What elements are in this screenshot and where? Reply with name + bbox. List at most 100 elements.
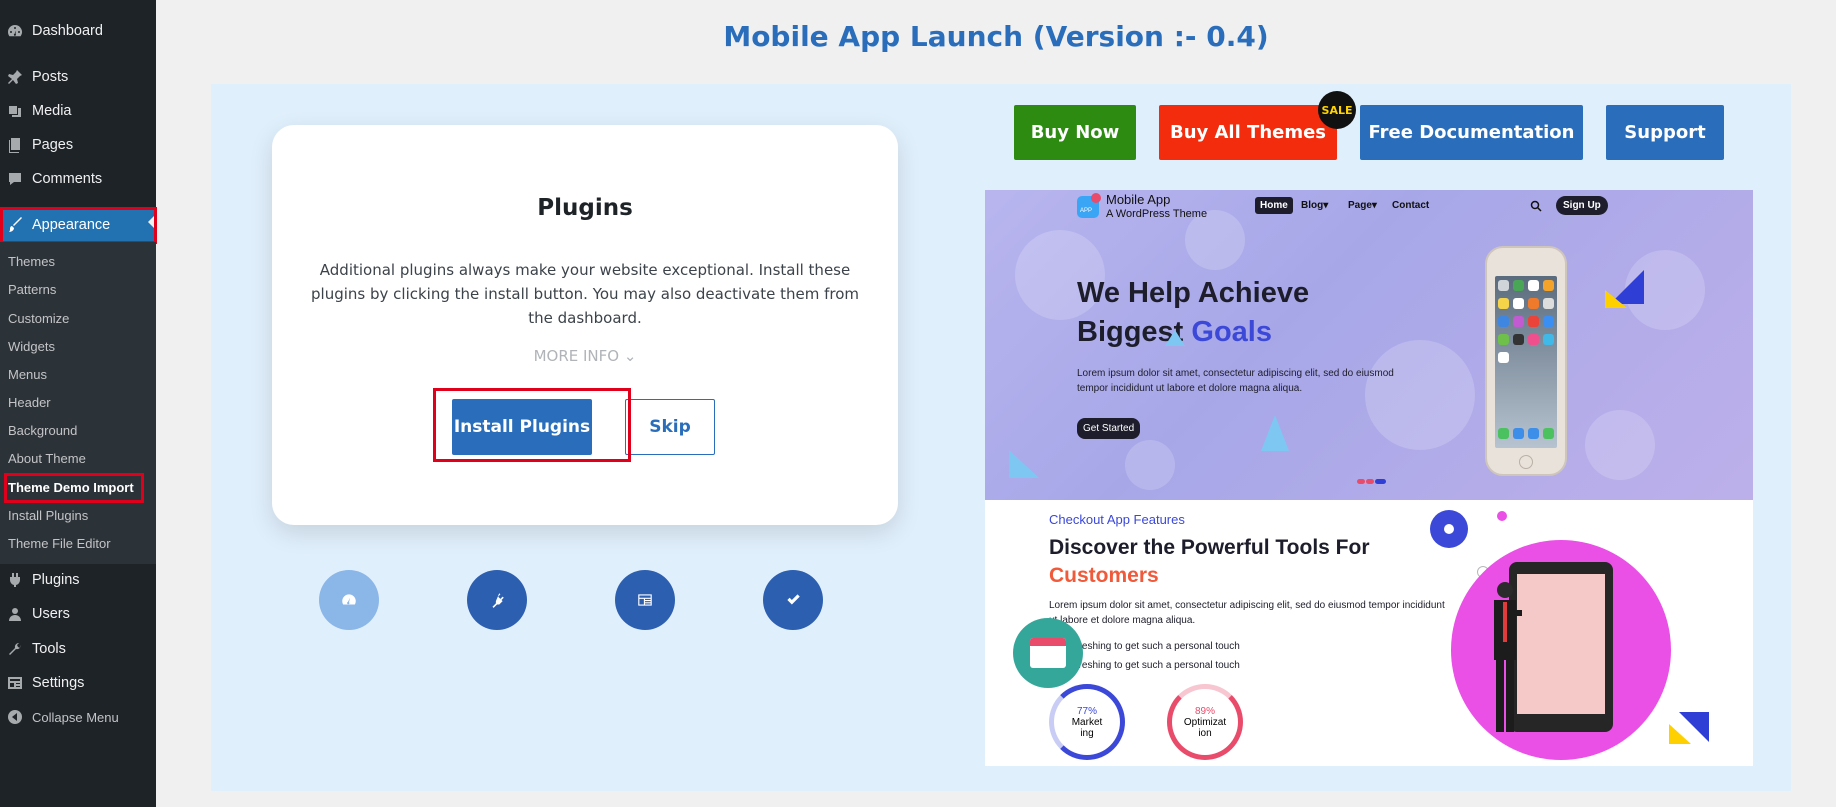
sidebar-item-label: Media: [32, 103, 72, 119]
preview-nav-contact: Contact: [1392, 200, 1430, 211]
features-text: Lorem ipsum dolor sit amet, consectetur …: [1049, 600, 1445, 626]
sidebar-item-label: Plugins: [32, 572, 80, 588]
free-documentation-button[interactable]: Free Documentation: [1360, 105, 1583, 160]
layout-step-icon: [638, 594, 652, 606]
collapse-icon: [6, 708, 24, 726]
plugin-step-icon: [492, 593, 504, 608]
sidebar-item-pages[interactable]: Pages: [0, 128, 156, 162]
decor-triangle: [1009, 450, 1039, 478]
submenu-background[interactable]: Background: [8, 423, 77, 438]
page-title: Mobile App Launch (Version :- 0.4): [723, 20, 1269, 53]
pin-icon: [6, 68, 24, 86]
slider-dot: [1357, 479, 1365, 484]
sidebar-item-tools[interactable]: Tools: [0, 632, 156, 666]
preview-hero-text: Lorem ipsum dolor sit amet, consectetur …: [1077, 368, 1394, 394]
sale-badge: SALE: [1318, 91, 1356, 129]
submenu-widgets[interactable]: Widgets: [8, 339, 55, 354]
pages-icon: [6, 136, 24, 154]
buy-all-themes-button[interactable]: Buy All Themes: [1159, 105, 1337, 160]
preview-signup: Sign Up: [1556, 196, 1608, 215]
sidebar-item-users[interactable]: Users: [0, 597, 156, 631]
step-dashboard[interactable]: [319, 570, 379, 630]
caret-down-icon: ▾: [1371, 200, 1377, 211]
sidebar-item-media[interactable]: Media: [0, 94, 156, 128]
sidebar-item-posts[interactable]: Posts: [0, 60, 156, 94]
preview-search-icon: [1530, 200, 1542, 212]
sidebar-item-comments[interactable]: Comments: [0, 162, 156, 196]
card-title: Plugins: [537, 195, 633, 221]
sidebar-item-label: Dashboard: [32, 23, 103, 39]
theme-preview-image: APP Mobile App A WordPress Theme Home Bl…: [985, 190, 1753, 766]
collapse-menu-label: Collapse Menu: [32, 709, 119, 725]
buy-now-button[interactable]: Buy Now: [1014, 105, 1136, 160]
install-plugins-button[interactable]: Install Plugins: [452, 399, 592, 455]
preview-get-started: Get Started: [1077, 418, 1141, 439]
decor-triangle: [1165, 330, 1185, 346]
submenu-patterns[interactable]: Patterns: [8, 282, 56, 297]
preview-nav-page: Page▾: [1348, 200, 1377, 211]
step-layout[interactable]: [615, 570, 675, 630]
ring-optimization: 89% Optimizat ion: [1167, 684, 1243, 760]
calendar-icon: [1013, 618, 1083, 688]
submenu-menus[interactable]: Menus: [8, 367, 47, 382]
skip-button[interactable]: Skip: [625, 399, 715, 455]
dashboard-step-icon: [342, 594, 356, 605]
preview-brand: Mobile App: [1106, 192, 1171, 207]
preview-hero: APP Mobile App A WordPress Theme Home Bl…: [985, 190, 1753, 500]
submenu-about-theme[interactable]: About Theme: [8, 451, 86, 466]
preview-logo-text: APP: [1080, 208, 1093, 214]
submenu-install-plugins[interactable]: Install Plugins: [8, 508, 88, 523]
sidebar-item-label: Users: [32, 606, 70, 622]
sidebar-item-dashboard[interactable]: Dashboard: [0, 14, 156, 48]
caret-down-icon: ▾: [1323, 200, 1329, 211]
features-title-line: Discover the Powerful Tools For: [1049, 536, 1370, 559]
paintbrush-icon: [6, 216, 24, 234]
preview-nav-page-label: Page: [1348, 200, 1372, 211]
sidebar-item-label: Tools: [32, 641, 66, 657]
plugins-card: Plugins Additional plugins always make y…: [272, 125, 898, 525]
features-title: Discover the Powerful Tools For Customer…: [1049, 534, 1449, 590]
preview-nav-blog: Blog▾: [1301, 200, 1328, 211]
preview-nav-home: Home: [1255, 197, 1293, 214]
dashboard-icon: [6, 22, 24, 40]
feature-bullet-text: Refreshing to get such a personal touch: [1063, 660, 1240, 671]
collapse-menu-button[interactable]: Collapse Menu: [0, 700, 156, 734]
preview-logo-dot: [1091, 193, 1101, 203]
hero-title-line-1: We Help Achieve: [1077, 277, 1310, 309]
features-kicker: Checkout App Features: [1049, 512, 1185, 527]
media-icon: [6, 102, 24, 120]
illustration-device: [1509, 562, 1613, 732]
submenu-customize[interactable]: Customize: [8, 311, 69, 326]
sidebar-item-appearance[interactable]: Appearance: [0, 207, 156, 243]
decor-circle: [1497, 511, 1507, 521]
device-screen: [1517, 574, 1605, 714]
decor-triangle: [1669, 724, 1691, 744]
feature-bullet-text: Refreshing to get such a personal touch: [1063, 641, 1240, 652]
sidebar-item-settings[interactable]: Settings: [0, 666, 156, 700]
admin-sidebar: Dashboard Posts Media Pages Comments App…: [0, 0, 157, 807]
preview-nav-blog-label: Blog: [1301, 200, 1324, 211]
preview-brand-sub: A WordPress Theme: [1106, 208, 1208, 220]
submenu-theme-demo-import[interactable]: Theme Demo Import: [8, 480, 134, 495]
decor-circle: [1444, 524, 1454, 534]
step-done[interactable]: [763, 570, 823, 630]
businessman-illustration: [1494, 582, 1522, 732]
more-info-link[interactable]: MORE INFO ⌄: [272, 347, 898, 365]
ring-label: Optimizat ion: [1183, 716, 1227, 739]
comment-icon: [6, 170, 24, 188]
ring-label: Market ing: [1071, 716, 1103, 739]
submenu-header[interactable]: Header: [8, 395, 51, 410]
submenu-theme-file-editor[interactable]: Theme File Editor: [8, 536, 111, 551]
sidebar-item-label: Posts: [32, 69, 69, 85]
sidebar-item-plugins[interactable]: Plugins: [0, 563, 156, 597]
sidebar-item-label: Pages: [32, 137, 74, 153]
appearance-submenu: Themes Patterns Customize Widgets Menus …: [0, 242, 156, 564]
step-plugins[interactable]: [467, 570, 527, 630]
submenu-themes[interactable]: Themes: [8, 254, 55, 269]
user-icon: [6, 605, 24, 623]
support-button[interactable]: Support: [1606, 105, 1724, 160]
features-title-accent: Customers: [1049, 564, 1159, 587]
phone-home-button: [1519, 455, 1533, 469]
settings-icon: [6, 674, 24, 692]
plugin-icon: [6, 571, 24, 589]
